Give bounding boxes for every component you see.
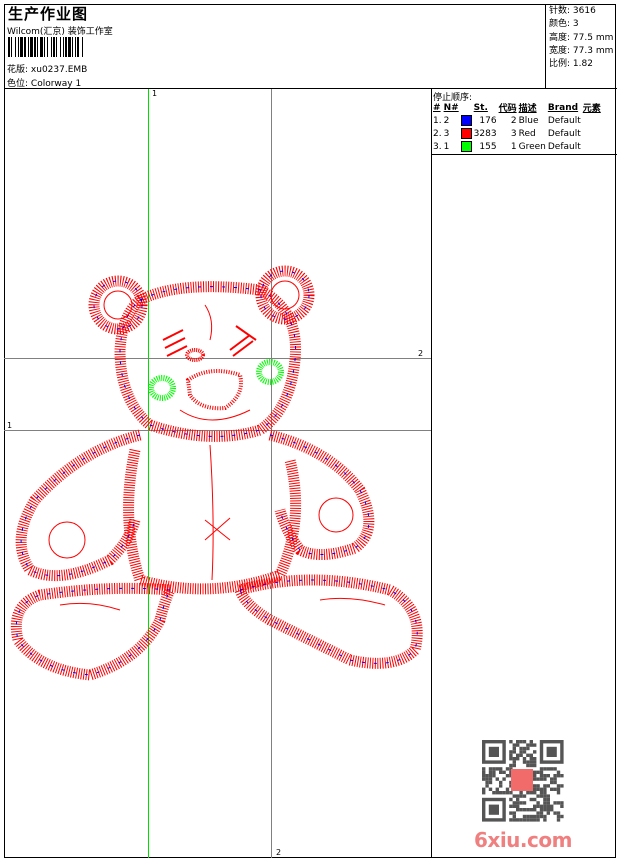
right-foot bbox=[232, 574, 423, 669]
guide-label-h-bottom: 1 bbox=[7, 421, 13, 430]
left-eyebrow bbox=[162, 329, 188, 357]
left-paw-pad bbox=[48, 521, 86, 559]
mouth bbox=[179, 409, 251, 421]
guide-label-h-top: 2 bbox=[418, 349, 424, 358]
teddy-bear-embroidery bbox=[10, 265, 423, 681]
left-cheek bbox=[148, 375, 176, 401]
left-arm bbox=[15, 429, 142, 582]
right-eyebrow bbox=[229, 325, 257, 357]
design-canvas bbox=[4, 89, 564, 858]
foot-stitch bbox=[319, 597, 386, 606]
belly-cross bbox=[204, 517, 231, 541]
nose bbox=[185, 369, 243, 411]
belly-seam bbox=[209, 444, 214, 581]
guide-label-grey: 2 bbox=[276, 848, 282, 857]
watermark-logo: 6xiu.com bbox=[474, 828, 572, 852]
seal-stamp bbox=[511, 769, 533, 791]
left-eye bbox=[185, 348, 205, 362]
left-foot bbox=[10, 582, 179, 681]
right-paw-pad bbox=[318, 497, 354, 533]
left-inner-ear bbox=[103, 290, 133, 320]
right-cheek bbox=[256, 359, 284, 385]
guide-label-green: 1 bbox=[152, 89, 158, 98]
right-arm bbox=[268, 429, 375, 560]
qr-code bbox=[482, 740, 564, 822]
foot-stitch-left bbox=[59, 602, 121, 611]
head-seam bbox=[204, 304, 213, 341]
